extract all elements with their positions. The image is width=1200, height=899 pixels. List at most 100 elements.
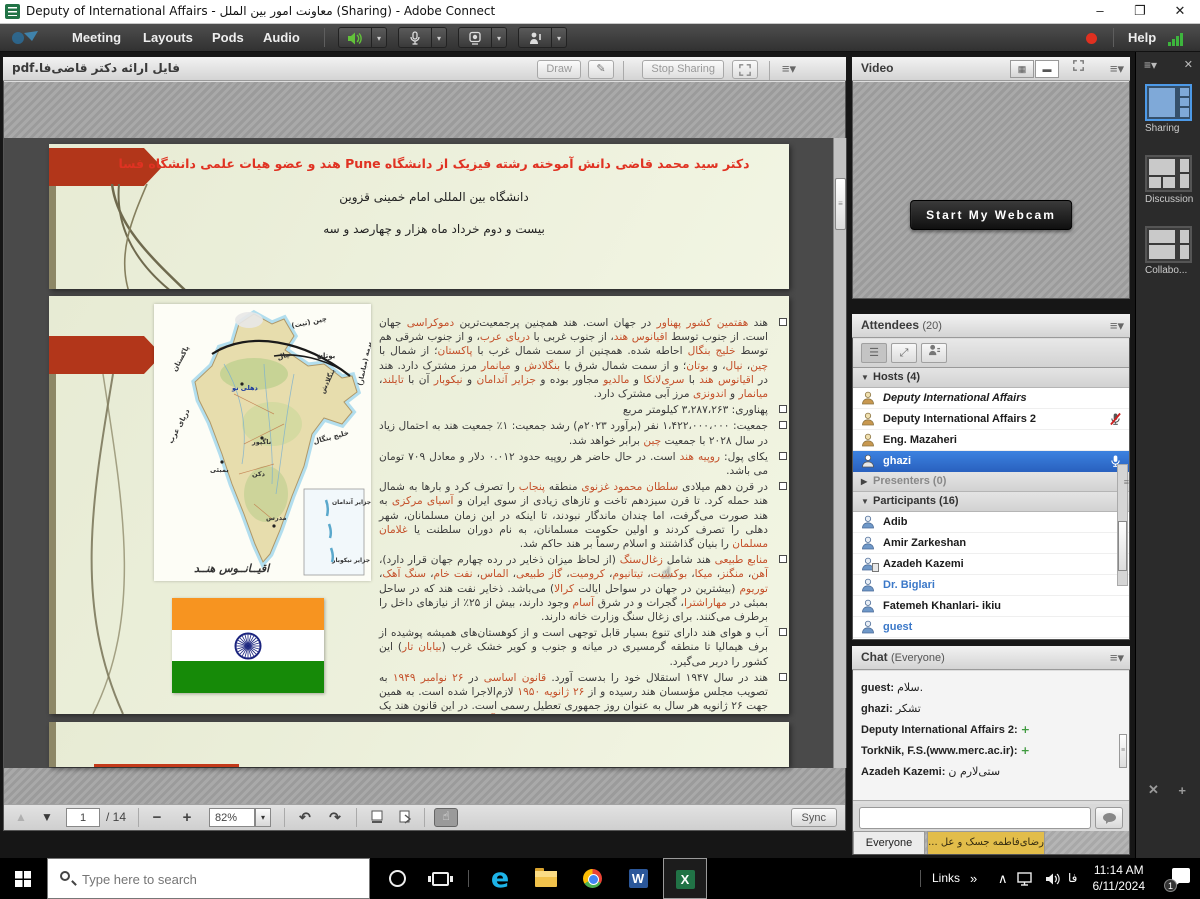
tray-expand-icon[interactable]: ∧ — [998, 858, 1008, 899]
minimize-button[interactable]: – — [1080, 0, 1120, 23]
speaker-icon — [347, 31, 363, 46]
menu-pods[interactable]: Pods — [212, 30, 244, 45]
clock[interactable]: 11:14 AM 6/11/2024 — [1093, 862, 1146, 894]
links-toolbar[interactable]: Links — [932, 858, 960, 899]
document-scrollbar[interactable]: ≡ — [833, 138, 846, 768]
attendee-row[interactable]: ghazi — [853, 451, 1129, 472]
chat-send-button[interactable] — [1095, 807, 1123, 829]
attendee-row[interactable]: guest — [853, 617, 1129, 638]
start-webcam-button[interactable]: Start My Webcam — [910, 200, 1072, 230]
share-pod-menu-icon[interactable]: ≡▾ — [782, 61, 796, 77]
microphone-dropdown[interactable]: ▾ — [432, 27, 447, 48]
speaker-dropdown[interactable]: ▾ — [372, 27, 387, 48]
raise-hand-button[interactable] — [518, 27, 552, 48]
filmstrip-view-icon[interactable]: ▬ — [1035, 60, 1059, 78]
webcam-dropdown[interactable]: ▾ — [492, 27, 507, 48]
task-view-icon[interactable] — [418, 858, 462, 899]
hand-tool-button[interactable]: ☝ — [434, 808, 458, 827]
layout-thumbnail-sharing[interactable] — [1145, 84, 1192, 121]
attendee-list-view-icon[interactable]: ☰ — [861, 343, 887, 363]
edge-icon[interactable]: e — [478, 858, 522, 899]
attendee-row[interactable]: Deputy International Affairs — [853, 388, 1129, 409]
connection-signal-icon — [1168, 32, 1188, 46]
video-pod-menu-icon[interactable]: ≡▾ — [1110, 61, 1124, 77]
language-indicator[interactable]: فا — [1068, 858, 1077, 899]
zoom-dropdown[interactable]: ▾ — [255, 808, 271, 827]
page-fit-icon[interactable] — [394, 808, 416, 827]
layout-delete-icon[interactable]: ✕ — [1148, 782, 1159, 798]
search-input[interactable] — [82, 868, 352, 890]
cortana-icon[interactable] — [375, 858, 419, 899]
layout-add-icon[interactable]: + — [1178, 783, 1186, 798]
page-number-input[interactable] — [66, 808, 100, 827]
chat-scrollbar-thumb[interactable]: ≡ — [1119, 734, 1127, 768]
layout-menu-icon[interactable]: ≡▾ — [1144, 58, 1157, 72]
layout-thumbnail-collaboration[interactable] — [1145, 226, 1192, 263]
rotate-left-icon[interactable]: ↶ — [294, 808, 316, 827]
menu-audio[interactable]: Audio — [263, 30, 300, 45]
rotate-right-icon[interactable]: ↷ — [324, 808, 346, 827]
attendee-row[interactable]: Eng. Mazaheri — [853, 430, 1129, 451]
chat-scrollbar[interactable]: ≡ — [1119, 676, 1128, 796]
menu-layouts[interactable]: Layouts — [143, 30, 193, 45]
page-down-button[interactable]: ▼ — [36, 808, 58, 827]
links-overflow-icon[interactable]: » — [970, 858, 977, 899]
close-button[interactable]: ✕ — [1160, 0, 1200, 23]
attendee-group-header[interactable]: ▼Hosts (4) — [853, 368, 1129, 388]
attendee-row[interactable]: Dr. Biglari — [853, 575, 1129, 596]
draw-button[interactable]: Draw — [537, 60, 581, 79]
layout-item-sharing[interactable]: Sharing — [1145, 84, 1192, 134]
zoom-level-value[interactable]: 82% — [209, 808, 255, 827]
pointer-tool-button[interactable]: ✎ — [588, 60, 614, 79]
layout-item-discussion[interactable]: Discussion — [1145, 155, 1192, 205]
breakout-view-icon[interactable]: ⤢ — [891, 343, 917, 363]
chat-message-input[interactable] — [859, 807, 1091, 829]
layout-item-collaboration[interactable]: Collabo... — [1145, 226, 1192, 276]
network-display-icon[interactable] — [1010, 858, 1040, 899]
chat-tab-private[interactable]: ... رضای‌فاطمه جسک و عل — [927, 831, 1045, 854]
chat-pod-menu-icon[interactable]: ≡▾ — [1110, 650, 1124, 666]
attendees-scrollbar-thumb[interactable] — [1118, 521, 1127, 571]
excel-icon-active[interactable]: X — [663, 858, 707, 899]
raise-hand-dropdown[interactable]: ▾ — [552, 27, 567, 48]
attendee-row[interactable]: Azadeh Kazemi — [853, 554, 1129, 575]
single-page-view-icon[interactable] — [366, 808, 388, 827]
chrome-icon[interactable] — [570, 858, 614, 899]
zoom-in-button[interactable]: + — [176, 808, 198, 827]
sync-button[interactable]: Sync — [791, 808, 837, 827]
fullscreen-icon[interactable] — [732, 60, 758, 79]
menu-meeting[interactable]: Meeting — [72, 30, 121, 45]
video-fullscreen-icon[interactable] — [1066, 60, 1090, 78]
volume-icon[interactable] — [1038, 858, 1068, 899]
zoom-out-button[interactable]: − — [146, 808, 168, 827]
speaker-button[interactable] — [338, 27, 372, 48]
stop-sharing-button[interactable]: Stop Sharing — [642, 60, 724, 79]
webcam-button[interactable] — [458, 27, 492, 48]
word-icon[interactable]: W — [616, 858, 660, 899]
attendee-group-header[interactable]: ▶Presenters (0) — [853, 472, 1129, 492]
help-menu[interactable]: Help — [1128, 30, 1156, 45]
document-scrollbar-thumb[interactable]: ≡ — [835, 178, 846, 230]
slide2-bullet: یکای پول: روپیه هند است. در حال حاضر هر … — [379, 450, 787, 478]
attendees-pod-menu-icon[interactable]: ≡▾ — [1110, 318, 1124, 334]
taskbar-search[interactable] — [47, 858, 370, 899]
layout-thumbnail-discussion[interactable] — [1145, 155, 1192, 192]
page-up-button[interactable]: ▲ — [10, 808, 32, 827]
attendee-status-view-icon[interactable] — [921, 343, 947, 363]
slide2-arrow-decoration — [49, 336, 144, 374]
microphone-button[interactable] — [398, 27, 432, 48]
restore-button[interactable]: ❐ — [1120, 0, 1160, 23]
attendee-row[interactable]: Amir Zarkeshan — [853, 533, 1129, 554]
chat-tab-everyone[interactable]: Everyone — [853, 831, 925, 854]
attendees-pod-resize-grip[interactable]: ≡ — [1124, 477, 1129, 487]
grid-view-icon[interactable]: ▦ — [1010, 60, 1034, 78]
file-explorer-icon[interactable] — [524, 858, 568, 899]
attendee-row[interactable]: Adib — [853, 512, 1129, 533]
notification-center-icon[interactable]: 1 — [1166, 868, 1190, 888]
attendee-row[interactable]: Fatemeh Khanlari- ikiu — [853, 596, 1129, 617]
attendee-row[interactable]: Deputy International Affairs 2 — [853, 409, 1129, 430]
attendee-group-header[interactable]: ▼Participants (16) — [853, 492, 1129, 512]
layout-close-icon[interactable]: ✕ — [1184, 58, 1193, 71]
map-label-china: چین (تبت) — [291, 315, 328, 330]
start-button[interactable] — [0, 858, 46, 899]
